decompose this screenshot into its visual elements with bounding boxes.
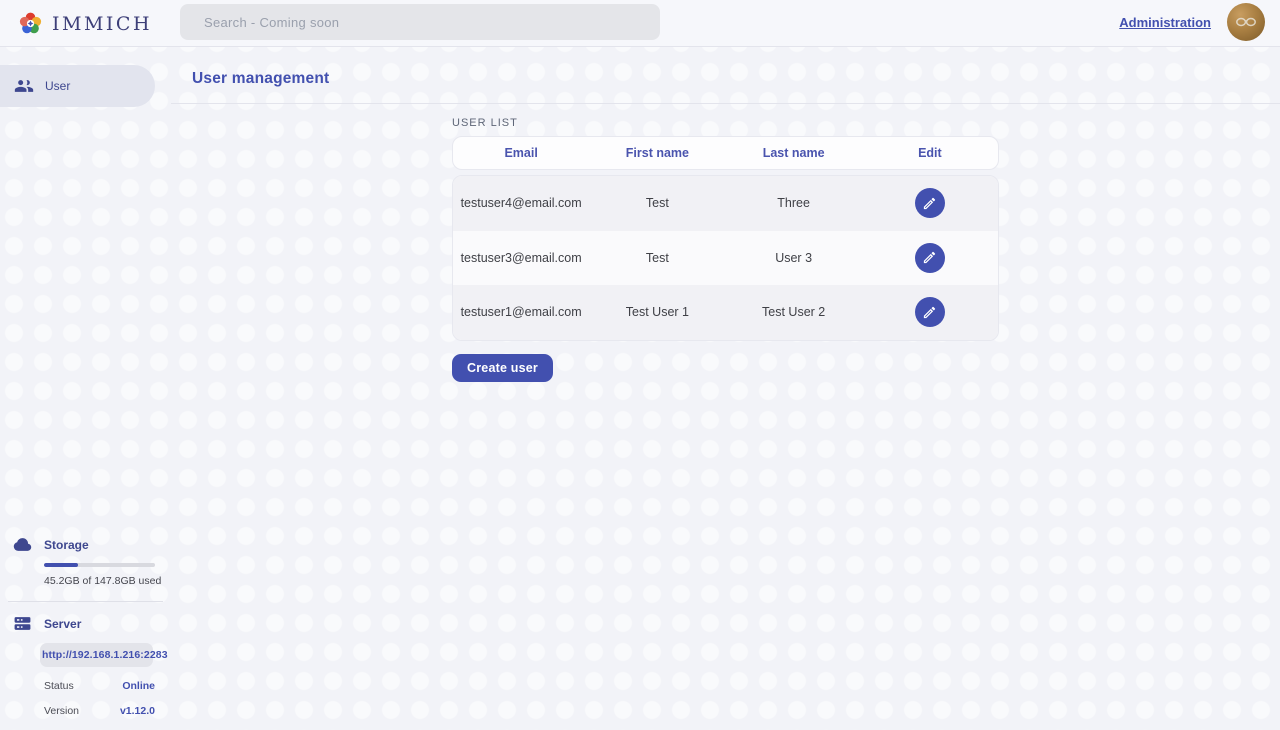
sidebar-item-label: User — [45, 79, 70, 93]
immich-app: IMMICH Administration User — [0, 0, 1280, 730]
table-header-row: Email First name Last name Edit — [452, 136, 999, 170]
cell-first-name: Test — [589, 251, 725, 265]
server-url-badge: http://192.168.1.216:2283 — [40, 643, 153, 667]
user-list-section: USER LIST Email First name Last name Edi… — [452, 117, 999, 382]
glasses-icon — [1233, 9, 1259, 35]
edit-user-button[interactable] — [915, 297, 945, 327]
sidebar-footer: Storage 45.2GB of 147.8GB used Server — [0, 535, 171, 717]
sidebar-divider — [8, 601, 163, 602]
cell-email: testuser1@email.com — [453, 305, 589, 319]
server-title: Server — [44, 617, 81, 631]
pencil-icon — [922, 305, 937, 320]
cell-last-name: User 3 — [726, 251, 862, 265]
top-navbar: IMMICH Administration — [0, 0, 1280, 47]
storage-progress-fill — [44, 563, 78, 567]
edit-user-button[interactable] — [915, 188, 945, 218]
cell-edit — [862, 297, 998, 327]
server-version-value: v1.12.0 — [120, 705, 155, 717]
storage-title: Storage — [44, 538, 89, 552]
cell-edit — [862, 188, 998, 218]
sidebar-item-user[interactable]: User — [0, 65, 155, 107]
cell-last-name: Test User 2 — [726, 305, 862, 319]
server-version-label: Version — [44, 705, 79, 717]
header-email: Email — [453, 146, 589, 160]
administration-link[interactable]: Administration — [1119, 15, 1211, 30]
brand-home-link[interactable]: IMMICH — [16, 0, 152, 47]
cell-first-name: Test — [589, 196, 725, 210]
table-row: testuser1@email.com Test User 1 Test Use… — [453, 285, 998, 340]
cloud-icon — [13, 535, 32, 554]
table-body: testuser4@email.com Test Three testuser3… — [452, 175, 999, 341]
server-icon — [13, 614, 32, 633]
pencil-icon — [922, 196, 937, 211]
cell-email: testuser3@email.com — [453, 251, 589, 265]
create-user-button[interactable]: Create user — [452, 354, 553, 382]
search-input[interactable] — [180, 4, 660, 40]
server-status-label: Status — [44, 680, 74, 692]
cell-first-name: Test User 1 — [589, 305, 725, 319]
cell-email: testuser4@email.com — [453, 196, 589, 210]
table-row: testuser4@email.com Test Three — [453, 176, 998, 231]
main-content: User management USER LIST Email First na… — [171, 48, 1280, 730]
user-avatar[interactable] — [1227, 3, 1265, 41]
server-version-row: Version v1.12.0 — [44, 705, 155, 717]
server-section-header: Server — [13, 614, 171, 633]
storage-progress-bar — [44, 563, 155, 567]
header-edit: Edit — [862, 146, 998, 160]
header-first-name: First name — [589, 146, 725, 160]
brand-name: IMMICH — [52, 13, 152, 35]
title-divider — [171, 103, 1280, 104]
server-status-value: Online — [122, 680, 155, 692]
table-row: testuser3@email.com Test User 3 — [453, 231, 998, 286]
cell-edit — [862, 243, 998, 273]
sidebar: User Storage 45.2GB of 147.8GB used — [0, 48, 171, 730]
storage-section-header: Storage — [13, 535, 171, 554]
cell-last-name: Three — [726, 196, 862, 210]
page-title: User management — [192, 70, 1280, 88]
server-status-row: Status Online — [44, 680, 155, 692]
storage-usage-text: 45.2GB of 147.8GB used — [44, 575, 171, 587]
pencil-icon — [922, 250, 937, 265]
section-label: USER LIST — [452, 117, 999, 129]
immich-logo-icon — [16, 9, 45, 38]
header-last-name: Last name — [726, 146, 862, 160]
users-icon — [14, 76, 34, 96]
edit-user-button[interactable] — [915, 243, 945, 273]
